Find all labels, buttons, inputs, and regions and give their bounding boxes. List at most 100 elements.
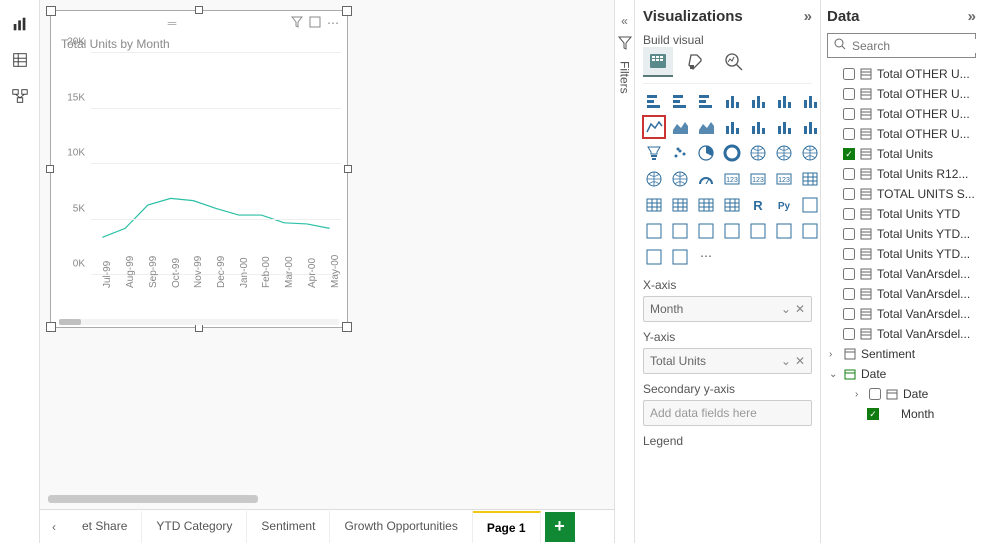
field-checkbox[interactable] [843,328,855,340]
model-view-icon[interactable] [6,82,34,110]
viz-slicer-icon[interactable] [799,168,820,190]
viz-stacked-bar-icon[interactable] [643,90,665,112]
field-checkbox[interactable] [843,108,855,120]
viz-stacked-column-icon[interactable] [747,90,769,112]
viz-shape-map-icon[interactable] [669,168,691,190]
collapse-viz-icon[interactable]: » [804,8,812,25]
viz-stacked-bar-100-icon[interactable] [695,90,717,112]
page-tab[interactable]: Page 1 [473,511,541,543]
remove-field-icon[interactable]: ✕ [795,354,805,368]
chevron-down-icon[interactable]: ⌄ [781,354,791,368]
viz-card-icon[interactable]: 123 [721,168,743,190]
more-options-icon[interactable]: ⋯ [327,16,339,30]
table-date[interactable]: ⌄Date [827,364,976,384]
viz-azure-map-icon[interactable] [643,168,665,190]
viz-table-2-icon[interactable] [695,194,717,216]
viz-power-apps-icon[interactable] [799,220,820,242]
data-field[interactable]: Total Units R12... [827,164,976,184]
viz-decomposition-icon[interactable] [643,220,665,242]
page-tab[interactable]: YTD Category [142,511,247,543]
selection-handle[interactable] [46,322,56,332]
viz-custom-2-icon[interactable] [669,246,691,268]
viz-metrics-icon[interactable] [721,220,743,242]
viz-line-stacked-column-icon[interactable] [721,116,743,138]
viz-custom-1-icon[interactable] [643,246,665,268]
data-field[interactable]: Total VanArsdel... [827,264,976,284]
viz-qa-icon[interactable] [669,220,691,242]
secondary-y-axis-well[interactable]: Add data fields here [643,400,812,426]
field-checkbox[interactable] [843,88,855,100]
viz-gauge-icon[interactable] [695,168,717,190]
viz-waterfall-icon[interactable] [799,116,820,138]
viz-matrix-icon[interactable] [669,194,691,216]
data-field[interactable]: Total Units YTD... [827,224,976,244]
page-tab[interactable]: et Share [68,511,142,543]
viz-key-influencers-icon[interactable] [799,194,820,216]
viz-table-icon[interactable] [643,194,665,216]
field-month[interactable]: ✓Month [827,404,976,424]
search-box[interactable] [827,33,976,58]
viz-matrix-2-icon[interactable] [721,194,743,216]
viz-map-icon[interactable] [773,142,795,164]
page-tab[interactable]: Growth Opportunities [330,511,472,543]
viz-power-automate-icon[interactable] [773,220,795,242]
viz-paginated-icon[interactable] [747,220,769,242]
viz-stacked-column-100-icon[interactable] [773,90,795,112]
hierarchy-date[interactable]: ›Date [827,384,976,404]
viz-py-visual-icon[interactable]: Py [773,194,795,216]
chevron-right-icon[interactable]: › [829,349,839,360]
filters-pane-collapsed[interactable]: « Filters [614,0,634,543]
table-sentiment[interactable]: ›Sentiment [827,344,976,364]
selection-handle[interactable] [46,6,56,16]
viz-stacked-area-icon[interactable] [695,116,717,138]
selection-handle[interactable] [195,324,203,332]
viz-line-clustered-column-icon[interactable] [747,116,769,138]
chevron-down-icon[interactable]: ⌄ [829,369,839,380]
data-field[interactable]: Total VanArsdel... [827,304,976,324]
data-field[interactable]: ✓Total Units [827,144,976,164]
field-checkbox[interactable] [843,68,855,80]
data-view-icon[interactable] [6,46,34,74]
focus-mode-icon[interactable] [309,16,321,31]
format-visual-tab[interactable] [681,47,711,77]
canvas-scrollbar[interactable] [48,495,606,505]
viz-clustered-bar-icon[interactable] [669,90,691,112]
viz-ribbon-icon[interactable] [773,116,795,138]
drag-grip-icon[interactable]: ═ [59,16,285,30]
viz-more-icon[interactable]: ⋯ [695,246,717,268]
y-axis-well[interactable]: Total Units ⌄✕ [643,348,812,374]
add-page-button[interactable]: + [545,512,575,542]
viz-pie-icon[interactable] [695,142,717,164]
data-field[interactable]: Total OTHER U... [827,124,976,144]
viz-filled-map-icon[interactable] [799,142,820,164]
field-checkbox[interactable] [843,208,855,220]
viz-donut-icon[interactable] [721,142,743,164]
field-checkbox[interactable] [843,248,855,260]
field-checkbox[interactable] [843,308,855,320]
data-field[interactable]: Total VanArsdel... [827,324,976,344]
selection-handle[interactable] [195,6,203,14]
collapse-data-icon[interactable]: » [968,8,976,25]
field-checkbox[interactable] [843,268,855,280]
analytics-tab[interactable] [719,47,749,77]
field-checkbox[interactable] [843,188,855,200]
page-tab[interactable]: Sentiment [247,511,330,543]
viz-multi-row-card-icon[interactable]: 123 [747,168,769,190]
viz-scatter-icon[interactable] [669,142,691,164]
field-checkbox[interactable] [843,228,855,240]
viz-treemap-icon[interactable] [747,142,769,164]
report-view-icon[interactable] [6,10,34,38]
checkbox-checked-icon[interactable]: ✓ [843,148,855,160]
x-axis-well[interactable]: Month ⌄✕ [643,296,812,322]
field-checkbox[interactable] [869,388,881,400]
data-field[interactable]: Total OTHER U... [827,64,976,84]
field-checkbox[interactable] [843,288,855,300]
line-chart-visual[interactable]: ═ ⋯ Total Units by Month 0K5K10K15K20K J… [50,10,348,328]
search-input[interactable] [852,39,982,53]
viz-funnel-icon[interactable] [643,142,665,164]
data-field[interactable]: Total VanArsdel... [827,284,976,304]
remove-field-icon[interactable]: ✕ [795,302,805,316]
filter-icon[interactable] [291,16,303,31]
viz-kpi-icon[interactable]: 123 [773,168,795,190]
viz-smart-narrative-icon[interactable] [695,220,717,242]
